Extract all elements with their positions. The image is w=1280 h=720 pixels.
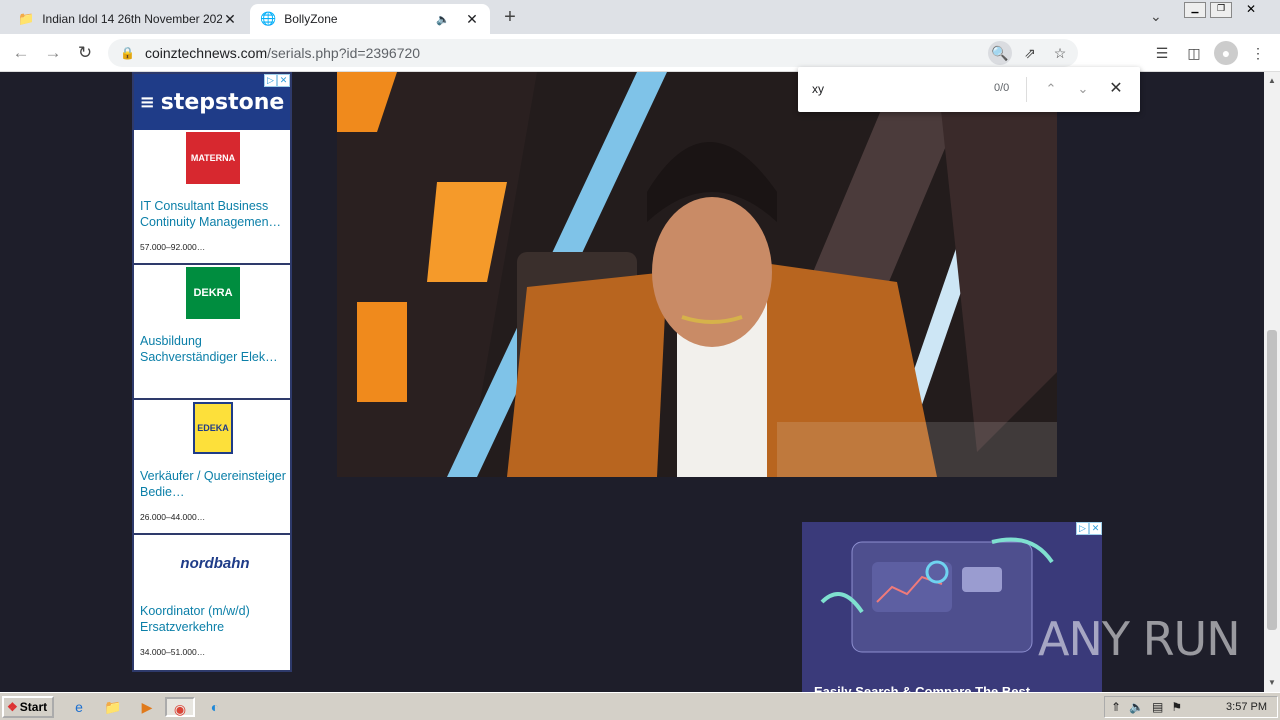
profile-avatar-icon[interactable]: ●: [1214, 41, 1238, 65]
logo-text: nordbahn: [180, 554, 250, 572]
bottom-ad-headline[interactable]: Easily Search & Compare The Best: [814, 684, 1030, 692]
tab-search-chevron-icon[interactable]: ⌄: [1150, 8, 1162, 25]
explorer-folder-icon[interactable]: 📁: [102, 697, 124, 717]
tab-indian-idol[interactable]: 📁 Indian Idol 14 26th November 2023 - ✕: [8, 4, 248, 34]
ad-job-title[interactable]: Verkäufer / Quereinsteiger Bedie…: [140, 468, 288, 500]
url-text[interactable]: coinztechnews.com/serials.php?id=2396720: [145, 45, 420, 61]
url-path: /serials.php?id=2396720: [267, 45, 421, 61]
side-ad-banner[interactable]: ≡ stepstone ▷ ✕ MATERNA IT Consultant Bu…: [132, 72, 292, 672]
url-domain: coinztechnews.com: [144, 45, 268, 61]
flag-icon[interactable]: ⚑: [1171, 700, 1182, 714]
tab-strip: 📁 Indian Idol 14 26th November 2023 - ✕ …: [0, 0, 1280, 34]
speaker-icon[interactable]: 🔈: [436, 13, 450, 26]
ad-job-item[interactable]: nordbahn Koordinator (m/w/d) Ersatzverke…: [134, 535, 290, 670]
tab-bollyzone[interactable]: 🌐 BollyZone 🔈 ✕: [250, 4, 490, 34]
find-input[interactable]: xy: [812, 82, 824, 96]
system-tray: ⇑ 🔈 ▤ ⚑ 3:57 PM: [1104, 696, 1278, 718]
ad-close-icon[interactable]: ✕: [277, 74, 290, 87]
scroll-thumb[interactable]: [1267, 330, 1277, 630]
media-player-icon[interactable]: ▶: [136, 697, 158, 717]
start-button[interactable]: ❖ Start: [2, 696, 54, 718]
find-next-chevron-down-icon[interactable]: ⌄: [1073, 79, 1093, 99]
side-panel-icon[interactable]: ◫: [1182, 41, 1206, 65]
find-close-icon[interactable]: ✕: [1106, 79, 1126, 99]
tab-close-icon[interactable]: ✕: [222, 11, 238, 28]
find-divider: [1026, 77, 1027, 102]
logo-text: EDEKA: [197, 423, 229, 433]
start-label: Start: [19, 700, 48, 714]
windows-taskbar: ❖ Start e 📁 ▶ ◉ ◐ ⇑ 🔈 ▤ ⚑ 3:57 PM: [0, 692, 1280, 720]
lock-icon[interactable]: 🔒: [120, 46, 135, 60]
minimize-button[interactable]: ▁: [1184, 2, 1206, 18]
anyrun-watermark: ANY RUN: [1038, 612, 1241, 666]
tab-close-icon[interactable]: ✕: [464, 11, 480, 28]
globe-icon: 🌐: [260, 11, 277, 26]
ad-job-item[interactable]: EDEKA Verkäufer / Quereinsteiger Bedie… …: [134, 400, 290, 535]
taskbar-clock[interactable]: 3:57 PM: [1226, 701, 1267, 713]
materna-logo: MATERNA: [186, 132, 240, 184]
tray-expand-icon[interactable]: ⇑: [1111, 700, 1121, 714]
reload-icon[interactable]: ↻: [74, 42, 96, 64]
tab-title: Indian Idol 14 26th November 2023 -: [42, 12, 222, 26]
edeka-logo: EDEKA: [193, 402, 233, 454]
video-frame[interactable]: [337, 72, 1057, 477]
ad-job-title[interactable]: Koordinator (m/w/d) Ersatzverkehre: [140, 603, 288, 635]
logo-text: MATERNA: [190, 153, 236, 163]
ad-close-icon[interactable]: ✕: [1089, 522, 1102, 535]
scroll-down-arrow-icon[interactable]: ▼: [1264, 676, 1280, 690]
media-control-icon[interactable]: ☰: [1150, 41, 1174, 65]
video-still-image: [337, 72, 1057, 477]
stepstone-mark-icon: ≡: [139, 91, 155, 113]
new-tab-button[interactable]: +: [498, 6, 522, 30]
ad-salary: 26.000–44.000…: [140, 512, 206, 522]
adchoices-icon[interactable]: ▷: [1076, 522, 1089, 535]
edge-icon[interactable]: ◐: [204, 697, 226, 717]
chrome-icon[interactable]: ◉: [165, 697, 195, 717]
address-bar[interactable]: 🔒 coinztechnews.com/serials.php?id=23967…: [108, 39, 1078, 67]
ad-chart-illustration: [802, 522, 1102, 692]
logo-text: DEKRA: [193, 287, 233, 299]
find-bar: xy 0/0 ⌃ ⌄ ✕: [798, 67, 1140, 112]
volume-icon[interactable]: 🔈: [1129, 700, 1144, 714]
forward-arrow-icon[interactable]: →: [42, 42, 64, 64]
bottom-right-ad[interactable]: ▷ ✕ Easily Search & Compare The Best: [802, 522, 1102, 692]
ie-icon[interactable]: e: [68, 697, 90, 717]
ad-job-item[interactable]: DEKRA Ausbildung Sachverständiger Elek…: [134, 265, 290, 400]
dekra-logo: DEKRA: [186, 267, 240, 319]
find-in-page-icon[interactable]: 🔍: [988, 41, 1012, 65]
back-arrow-icon[interactable]: ←: [10, 42, 32, 64]
bookmark-star-icon[interactable]: ☆: [1048, 41, 1072, 65]
web-page: ≡ stepstone ▷ ✕ MATERNA IT Consultant Bu…: [0, 72, 1264, 692]
find-match-count: 0/0: [994, 82, 1010, 94]
ad-salary: 34.000–51.000…: [140, 647, 206, 657]
network-icon[interactable]: ▤: [1152, 700, 1163, 714]
scroll-up-arrow-icon[interactable]: ▲: [1264, 74, 1280, 88]
ad-job-title[interactable]: Ausbildung Sachverständiger Elek…: [140, 333, 288, 365]
tab-title: BollyZone: [284, 12, 338, 26]
adchoices[interactable]: ▷ ✕: [264, 74, 290, 87]
share-icon[interactable]: ⇗: [1018, 41, 1042, 65]
adchoices[interactable]: ▷ ✕: [1076, 522, 1102, 535]
folder-icon: 📁: [18, 11, 35, 26]
ad-brand: stepstone: [160, 89, 285, 115]
find-previous-chevron-up-icon[interactable]: ⌃: [1041, 79, 1061, 99]
adchoices-icon[interactable]: ▷: [264, 74, 277, 87]
close-window-button[interactable]: ✕: [1236, 2, 1266, 18]
ad-salary: 57.000–92.000…: [140, 242, 206, 252]
restore-button[interactable]: ❐: [1210, 2, 1232, 18]
menu-kebab-icon[interactable]: ⋮: [1246, 41, 1270, 65]
ad-job-title[interactable]: IT Consultant Business Continuity Manage…: [140, 198, 288, 230]
page-scrollbar[interactable]: ▲ ▼: [1264, 72, 1280, 692]
nordbahn-logo: nordbahn: [160, 537, 270, 589]
ad-job-item[interactable]: MATERNA IT Consultant Business Continuit…: [134, 130, 290, 265]
windows-logo-icon: ❖: [7, 700, 18, 714]
